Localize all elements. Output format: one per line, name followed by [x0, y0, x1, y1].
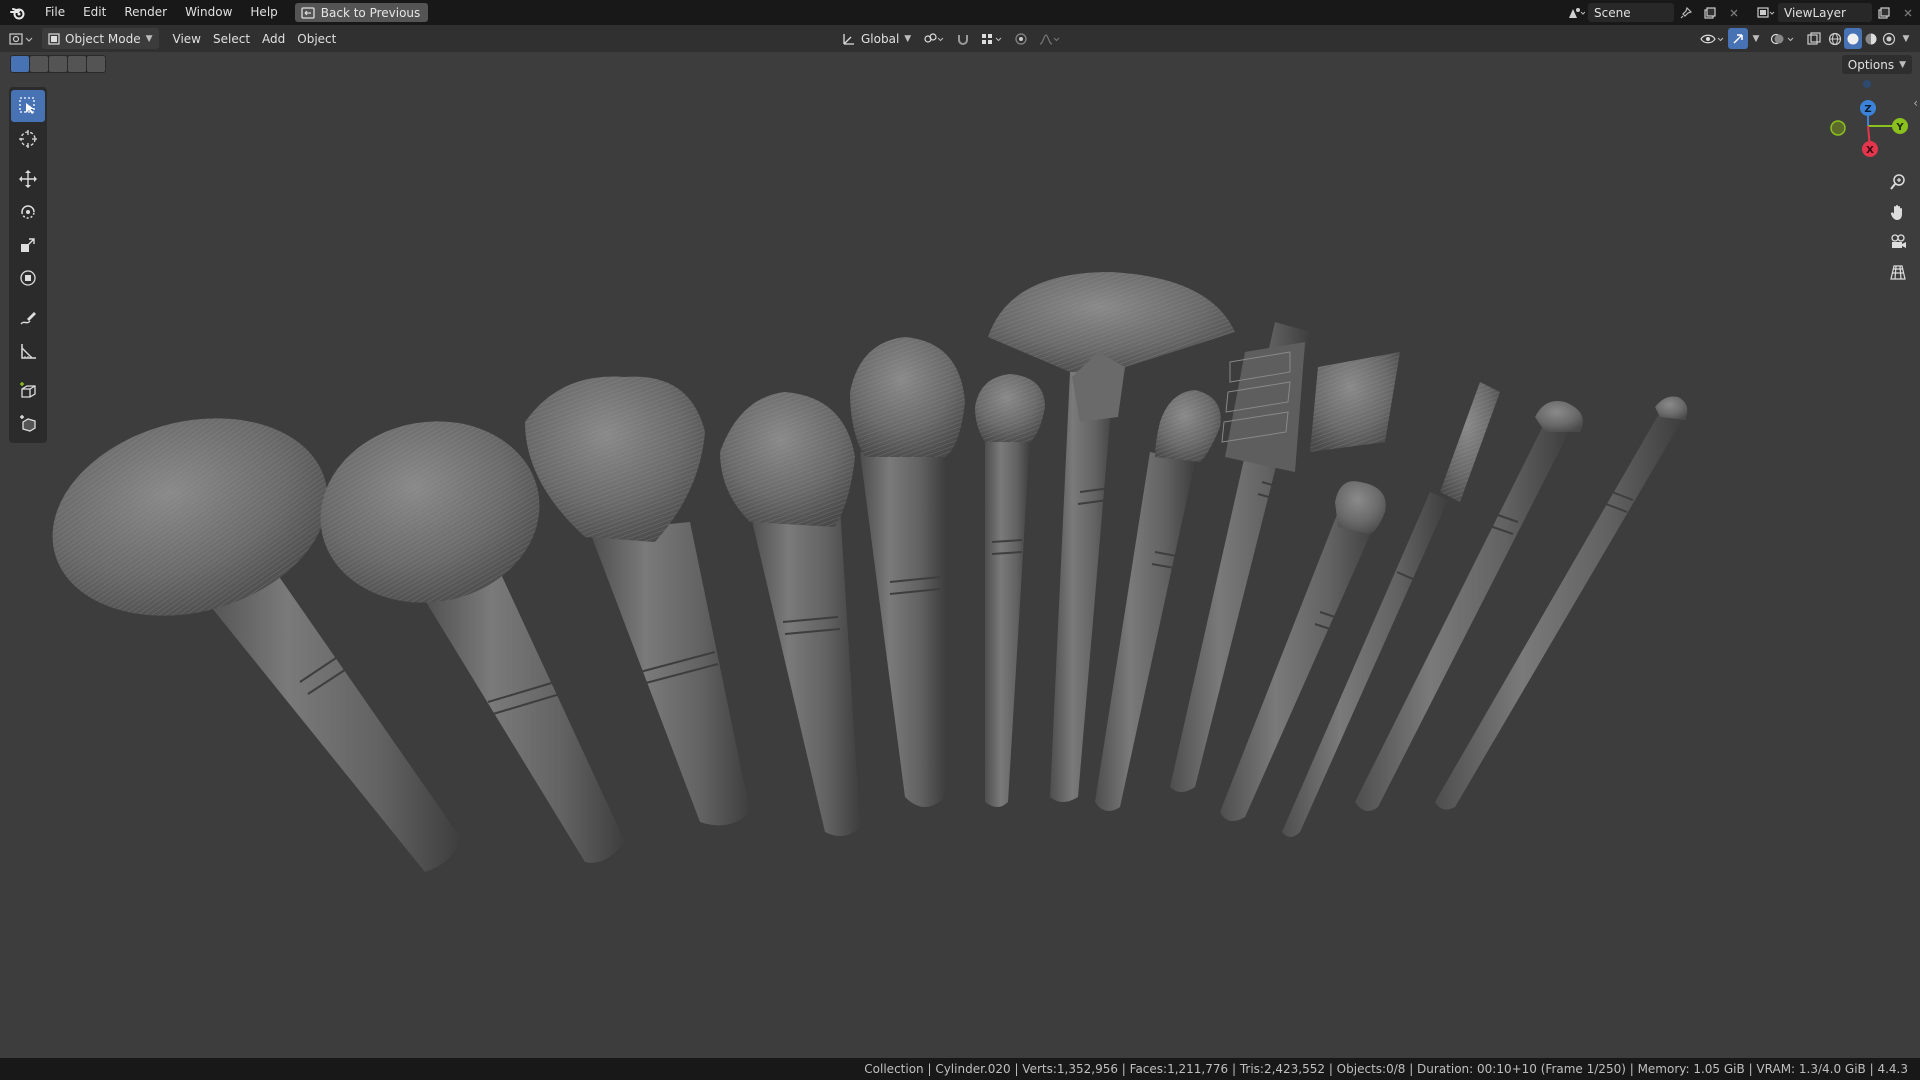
viewport-header: Object Mode ▼ View Select Add Object Glo…: [0, 25, 1920, 52]
gizmo-z-label: Z: [1864, 104, 1871, 115]
gizmo-neg-z-handle[interactable]: [1863, 80, 1871, 88]
select-mode-extend-icon[interactable]: [30, 56, 48, 72]
gizmo-neg-y-handle[interactable]: [1830, 120, 1846, 136]
select-mode-invert-icon[interactable]: [68, 56, 86, 72]
add-object-tool-icon[interactable]: [11, 408, 45, 440]
shading-solid-icon[interactable]: [1844, 28, 1862, 49]
header-menu-object[interactable]: Object: [291, 28, 342, 49]
chevron-down-icon: ▼: [1899, 59, 1906, 70]
scene-viewlayer-group: Scene ViewLayer: [1564, 0, 1920, 25]
annotate-tool-icon[interactable]: [11, 302, 45, 334]
navigation-gizmo[interactable]: Z Y X: [1830, 80, 1908, 157]
scene-browse-icon[interactable]: [1564, 2, 1588, 23]
viewlayer-browse-icon[interactable]: [1754, 2, 1778, 23]
header-menu-view[interactable]: View: [167, 28, 207, 49]
add-cube-tool-icon[interactable]: [11, 375, 45, 407]
pin-scene-icon[interactable]: [1674, 2, 1698, 23]
screen-back-icon: [301, 6, 315, 19]
pan-view-hand-icon[interactable]: [1884, 198, 1912, 226]
scene-name-label: Scene: [1594, 5, 1631, 20]
makeup-brush-6[interactable]: [975, 374, 1045, 807]
toggle-perspective-grid-icon[interactable]: [1884, 258, 1912, 286]
select-mode-new-icon[interactable]: [11, 56, 29, 72]
snap-toggle-icon[interactable]: [951, 28, 975, 49]
menu-file[interactable]: File: [36, 0, 74, 25]
gizmo-dropdown-icon[interactable]: ▼: [1748, 28, 1764, 49]
status-bar: Collection | Cylinder.020 | Verts:1,352,…: [0, 1058, 1920, 1080]
editor-type-icon[interactable]: [4, 28, 40, 49]
object-mode-label: Object Mode: [65, 31, 141, 46]
selectability-visibility-icon[interactable]: [1698, 28, 1728, 49]
3d-viewport[interactable]: Z Y X: [0, 52, 1920, 1057]
new-scene-icon[interactable]: [1698, 2, 1722, 23]
chevron-down-icon: ▼: [145, 33, 153, 44]
status-text: Collection | Cylinder.020 | Verts:1,352,…: [864, 1062, 1908, 1076]
move-tool-icon[interactable]: [11, 163, 45, 195]
transform-orientation-icon: [843, 33, 854, 45]
orientation-dropdown[interactable]: Global ▼: [836, 28, 917, 49]
scene-name-field[interactable]: Scene: [1588, 3, 1674, 22]
overlays-toggle-icon[interactable]: [1768, 28, 1798, 49]
proportional-editing-icon[interactable]: [1009, 28, 1033, 49]
viewport-display-controls: ▼ ▼: [1698, 28, 1914, 49]
scale-tool-icon[interactable]: [11, 229, 45, 261]
back-to-previous-label: Back to Previous: [320, 5, 421, 20]
viewlayer-name-label: ViewLayer: [1784, 5, 1846, 20]
cursor-tool-icon[interactable]: [11, 123, 45, 155]
select-box-tool-icon[interactable]: [11, 90, 45, 122]
tool-shelf: [9, 87, 47, 443]
rotate-tool-icon[interactable]: [11, 196, 45, 228]
options-label: Options: [1847, 57, 1895, 72]
select-mode-subtract-icon[interactable]: [49, 56, 67, 72]
delete-viewlayer-icon[interactable]: [1896, 2, 1920, 23]
shading-wireframe-icon[interactable]: [1826, 28, 1844, 49]
transform-tool-icon[interactable]: [11, 262, 45, 294]
transform-controls: Global ▼: [836, 28, 1065, 49]
menu-help[interactable]: Help: [241, 0, 286, 25]
new-viewlayer-icon[interactable]: [1872, 2, 1896, 23]
shading-rendered-icon[interactable]: [1880, 28, 1898, 49]
camera-view-icon[interactable]: [1884, 228, 1912, 256]
back-to-previous-button[interactable]: Back to Previous: [294, 3, 429, 22]
header-menu-add[interactable]: Add: [256, 28, 291, 49]
gizmo-y-label: Y: [1895, 122, 1904, 133]
menu-edit[interactable]: Edit: [74, 0, 115, 25]
sidebar-toggle-chevron-left-icon[interactable]: ‹: [1913, 96, 1918, 110]
shading-dropdown-icon[interactable]: ▼: [1898, 28, 1914, 49]
pivot-point-icon[interactable]: [919, 28, 949, 49]
snap-target-icon[interactable]: [977, 28, 1007, 49]
select-mode-row: [10, 55, 106, 73]
measure-tool-icon[interactable]: [11, 335, 45, 367]
zoom-view-icon[interactable]: [1884, 168, 1912, 196]
viewlayer-name-field[interactable]: ViewLayer: [1778, 3, 1872, 22]
gizmo-toggle-icon[interactable]: [1728, 28, 1748, 49]
options-dropdown[interactable]: Options ▼: [1841, 55, 1912, 74]
delete-scene-icon[interactable]: [1722, 2, 1746, 23]
header-menu-select[interactable]: Select: [207, 28, 256, 49]
blender-logo-icon[interactable]: [0, 0, 36, 25]
makeup-brush-5[interactable]: [850, 337, 965, 807]
object-mode-dropdown[interactable]: Object Mode ▼: [42, 28, 159, 49]
shading-material-icon[interactable]: [1862, 28, 1880, 49]
xray-toggle-icon[interactable]: [1802, 28, 1826, 49]
gizmo-x-label: X: [1866, 145, 1874, 156]
object-mode-icon: [48, 32, 60, 45]
select-mode-intersect-icon[interactable]: [87, 56, 105, 72]
proportional-falloff-icon[interactable]: [1035, 28, 1065, 49]
orientation-label: Global: [861, 31, 900, 46]
menu-render[interactable]: Render: [115, 0, 176, 25]
menu-window[interactable]: Window: [176, 0, 241, 25]
top-menubar: File Edit Render Window Help Back to Pre…: [0, 0, 1920, 25]
